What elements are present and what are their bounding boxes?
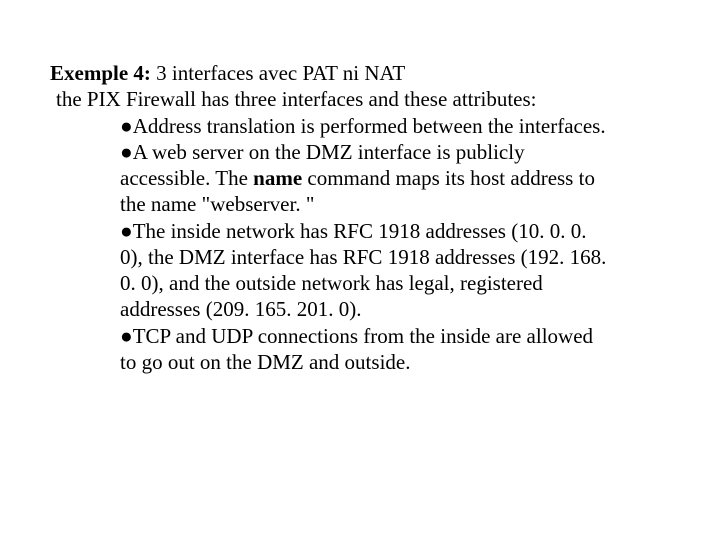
title-line: Exemple 4: 3 interfaces avec PAT ni NAT: [50, 60, 670, 86]
bullet-dot-icon: ●: [120, 140, 133, 164]
bullet-text: Address translation is performed between…: [133, 114, 606, 138]
bullet-item: ●TCP and UDP connections from the inside…: [120, 323, 610, 376]
title-label: Exemple 4:: [50, 61, 151, 85]
bullet-dot-icon: ●: [120, 114, 133, 138]
bullet-item: ●A web server on the DMZ interface is pu…: [120, 139, 610, 218]
bold-keyword: name: [253, 166, 302, 190]
bullet-text: The inside network has RFC 1918 addresse…: [120, 219, 606, 322]
bullet-item: ●Address translation is performed betwee…: [120, 113, 610, 139]
bullet-dot-icon: ●: [120, 219, 133, 243]
bullet-item: ●The inside network has RFC 1918 address…: [120, 218, 610, 323]
bullet-text: TCP and UDP connections from the inside …: [120, 324, 593, 374]
intro-line: the PIX Firewall has three interfaces an…: [50, 86, 670, 112]
bullet-dot-icon: ●: [120, 324, 133, 348]
bullet-list: ●Address translation is performed betwee…: [50, 113, 610, 376]
title-rest: 3 interfaces avec PAT ni NAT: [151, 61, 405, 85]
document-content: Exemple 4: 3 interfaces avec PAT ni NAT …: [50, 60, 670, 375]
